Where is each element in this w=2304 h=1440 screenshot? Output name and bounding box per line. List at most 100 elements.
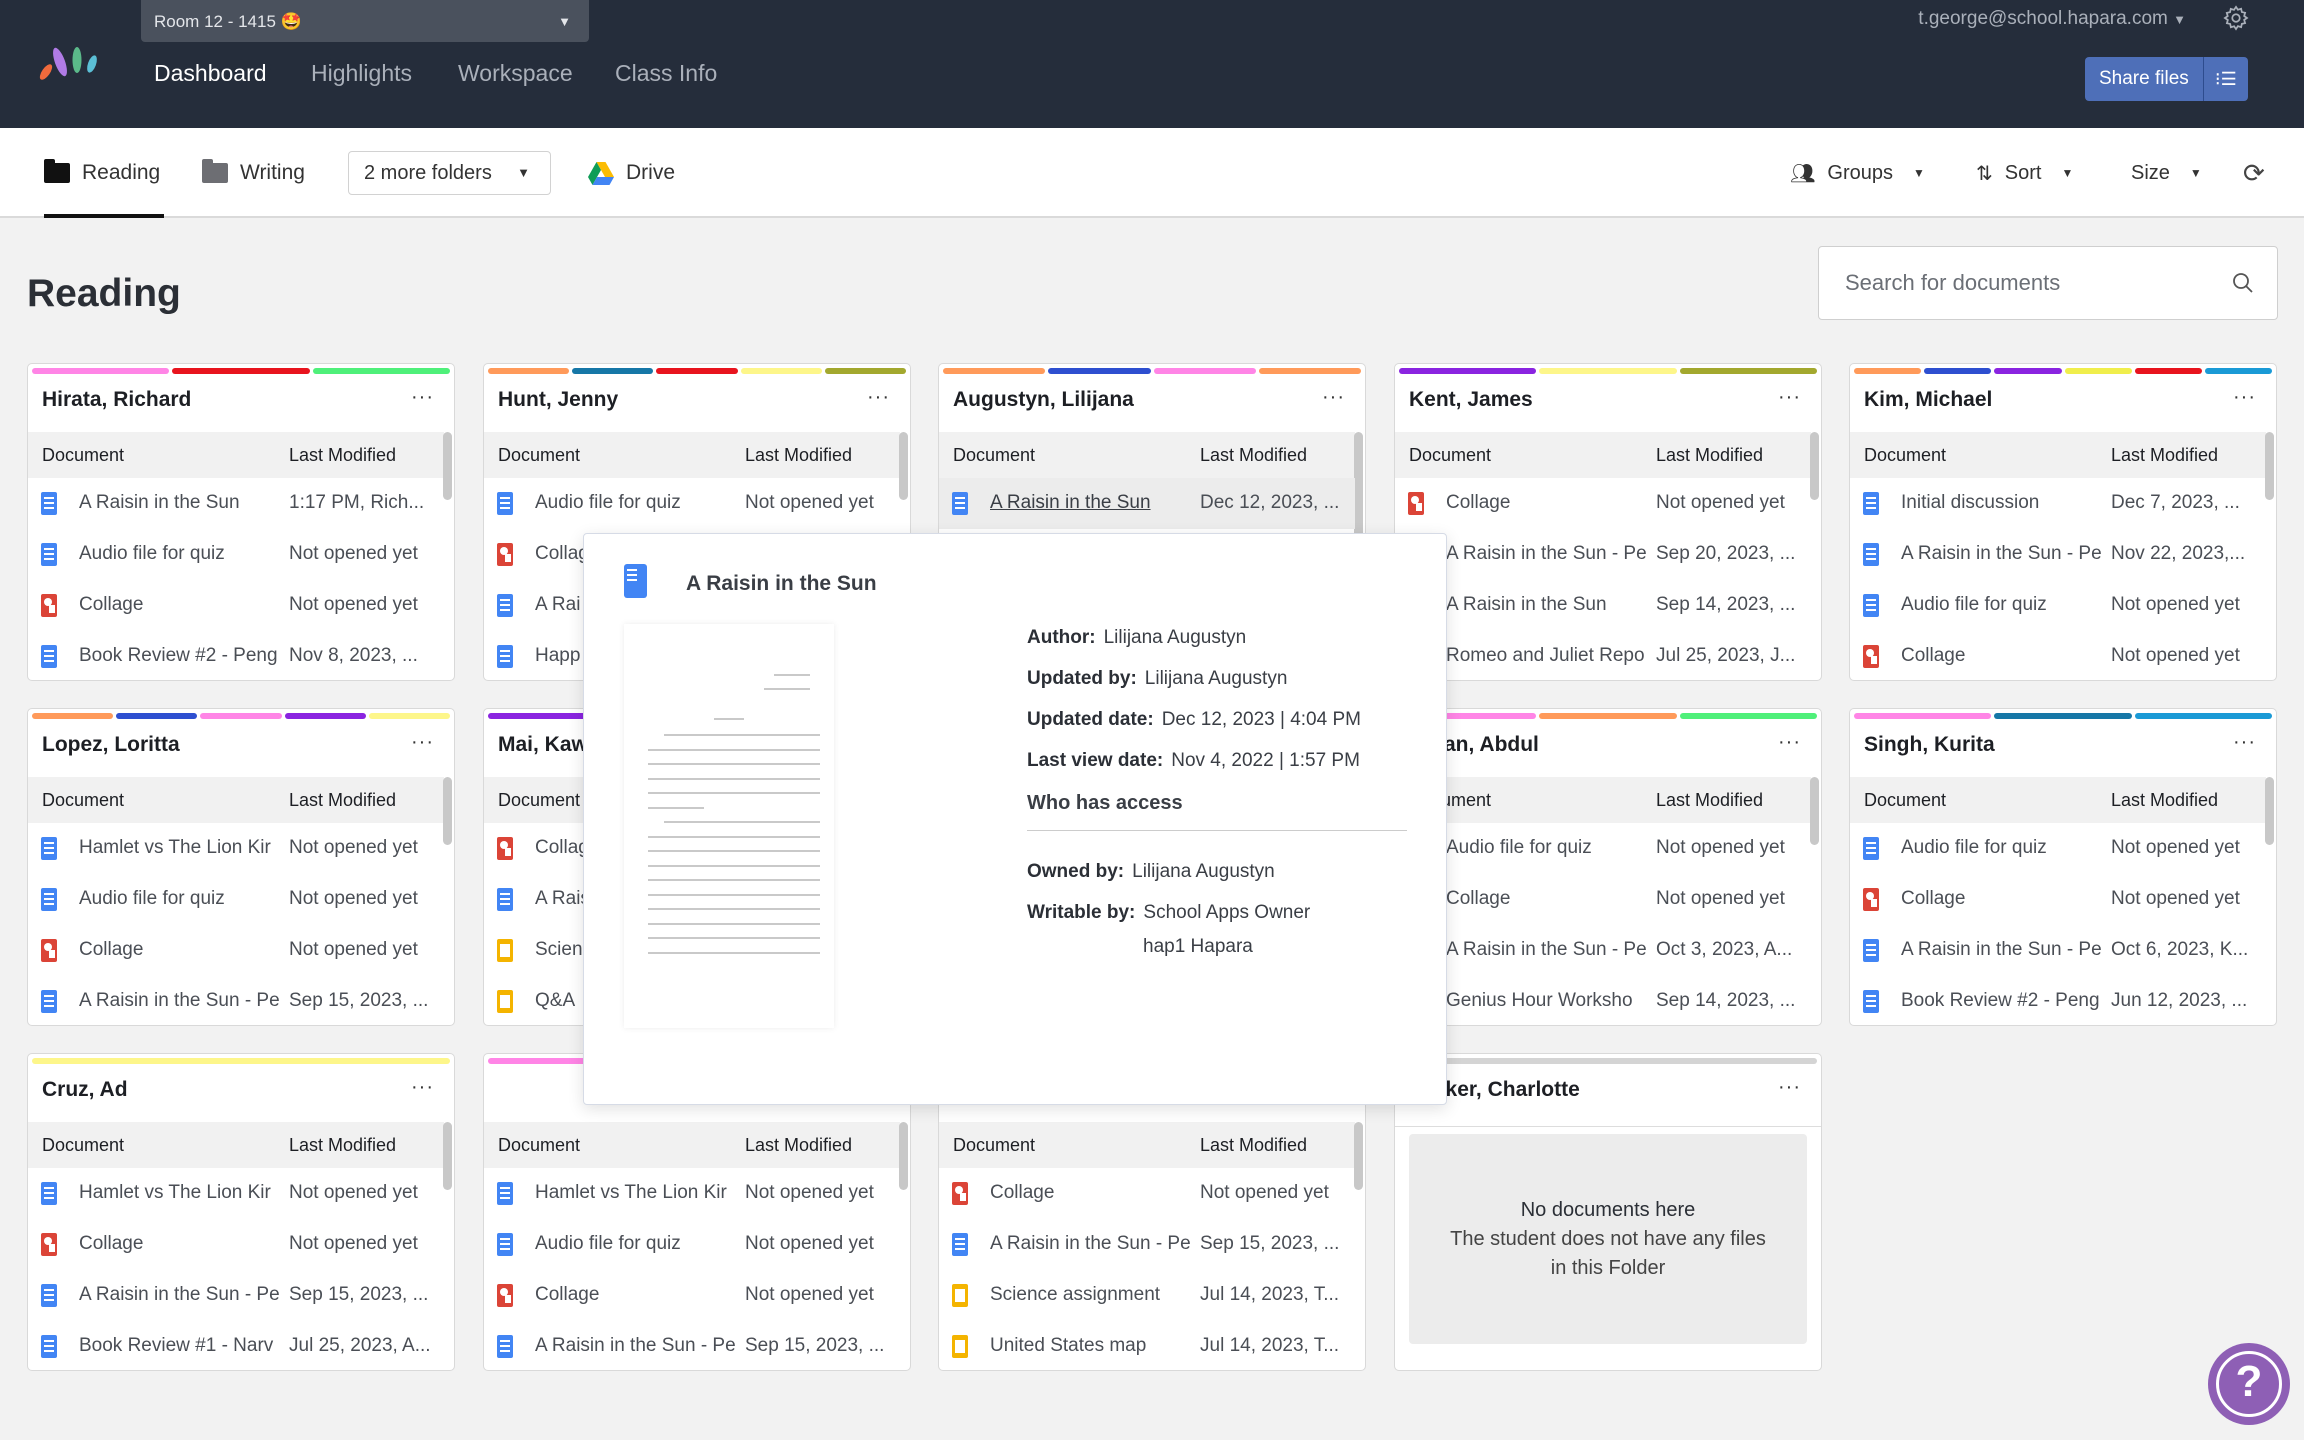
document-row[interactable]: A Raisin in the Sun - PeSep 15, 2023, ..… [484, 1321, 900, 1371]
folder-tab-reading[interactable]: Reading [44, 158, 160, 188]
document-row[interactable]: Book Review #2 - PengNov 8, 2023, ... [28, 631, 444, 681]
document-row[interactable]: Audio file for quizNot opened yet [28, 874, 444, 925]
document-name[interactable]: Hamlet vs The Lion Kir [79, 1182, 287, 1204]
hapara-logo[interactable] [36, 42, 106, 86]
more-folders-dropdown[interactable]: 2 more folders▼ [348, 151, 551, 195]
document-row[interactable]: CollageNot opened yet [484, 1270, 900, 1321]
document-row[interactable]: CollageNot opened yet [28, 1219, 444, 1270]
student-name[interactable]: Hirata, Richard [42, 388, 191, 412]
document-row[interactable]: Audio file for quizNot opened yet [1850, 580, 2266, 631]
document-name[interactable]: Science assignment [990, 1284, 1198, 1306]
document-row[interactable]: Audio file for quizNot opened yet [484, 478, 900, 529]
document-name[interactable]: Audio file for quiz [535, 1233, 743, 1255]
document-name[interactable]: A Raisin in the Sun - Pe [535, 1335, 743, 1357]
document-name[interactable]: Audio file for quiz [79, 543, 287, 565]
document-name[interactable]: Audio file for quiz [1446, 837, 1654, 859]
scrollbar[interactable] [899, 1122, 908, 1190]
document-name[interactable]: Audio file for quiz [1901, 837, 2109, 859]
more-options-icon[interactable]: ··· [411, 731, 434, 754]
document-name[interactable]: A Raisin in the Sun - Pe [79, 1284, 287, 1306]
more-options-icon[interactable]: ··· [2233, 386, 2256, 409]
more-options-icon[interactable]: ··· [411, 386, 434, 409]
nav-dashboard[interactable]: Dashboard [154, 60, 267, 87]
document-name[interactable]: Audio file for quiz [535, 492, 743, 514]
document-name[interactable]: Book Review #2 - Peng [79, 645, 287, 667]
scrollbar[interactable] [2265, 432, 2274, 500]
document-name[interactable]: Collage [990, 1182, 1198, 1204]
document-name[interactable]: A Raisin in the Sun [1446, 594, 1654, 616]
document-name[interactable]: A Raisin in the Sun - Pe [990, 1233, 1198, 1255]
gear-icon[interactable] [2222, 4, 2250, 32]
more-options-icon[interactable]: ··· [411, 1076, 434, 1099]
groups-dropdown[interactable]: 👥︎Groups▼ [1790, 158, 1925, 188]
share-list-icon[interactable]: ⁝☰ [2204, 57, 2248, 101]
document-row[interactable]: CollageNot opened yet [939, 1168, 1355, 1219]
user-menu[interactable]: t.george@school.hapara.com ▼ [1918, 8, 2186, 30]
document-row[interactable]: A Raisin in the Sun - PeSep 15, 2023, ..… [28, 1270, 444, 1321]
document-row[interactable]: A Raisin in the Sun - PeSep 15, 2023, ..… [28, 976, 444, 1026]
document-name[interactable]: Hamlet vs The Lion Kir [79, 837, 287, 859]
document-row[interactable]: A Raisin in the Sun - PeSep 20, 2023, ..… [1395, 529, 1811, 580]
more-options-icon[interactable]: ··· [1778, 386, 1801, 409]
more-options-icon[interactable]: ··· [1778, 1076, 1801, 1099]
document-name[interactable]: A Raisin in the Sun - Pe [1901, 939, 2109, 961]
document-row[interactable]: A Raisin in the Sun1:17 PM, Rich... [28, 478, 444, 529]
nav-class-info[interactable]: Class Info [615, 60, 717, 87]
document-row[interactable]: Audio file for quizNot opened yet [484, 1219, 900, 1270]
document-row[interactable]: Romeo and Juliet RepoJul 25, 2023, J... [1395, 631, 1811, 681]
scrollbar[interactable] [1810, 777, 1819, 845]
document-row[interactable]: Audio file for quizNot opened yet [28, 529, 444, 580]
document-row[interactable]: A Raisin in the Sun - PeOct 6, 2023, K..… [1850, 925, 2266, 976]
search-input[interactable]: Search for documents [1818, 246, 2278, 320]
document-row[interactable]: CollageNot opened yet [28, 580, 444, 631]
document-row[interactable]: CollageNot opened yet [1395, 478, 1811, 529]
document-row[interactable]: Hamlet vs The Lion KirNot opened yet [28, 1168, 444, 1219]
document-row[interactable]: A Raisin in the SunSep 14, 2023, ... [1395, 580, 1811, 631]
more-options-icon[interactable]: ··· [867, 386, 890, 409]
document-row[interactable]: A Raisin in the Sun - PeSep 15, 2023, ..… [939, 1219, 1355, 1270]
document-preview-thumbnail[interactable] [624, 624, 834, 1028]
document-row[interactable]: United States mapJul 14, 2023, T... [939, 1321, 1355, 1371]
student-name[interactable]: Augustyn, Lilijana [953, 388, 1134, 412]
search-icon[interactable] [2231, 271, 2255, 295]
more-options-icon[interactable]: ··· [2233, 731, 2256, 754]
scrollbar[interactable] [443, 1122, 452, 1190]
document-name[interactable]: A Raisin in the Sun [79, 492, 287, 514]
document-name[interactable]: Collage [79, 594, 287, 616]
student-name[interactable]: Hunt, Jenny [498, 388, 618, 412]
document-name[interactable]: A Raisin in the Sun - Pe [1901, 543, 2109, 565]
document-row[interactable]: Initial discussionDec 7, 2023, ... [1850, 478, 2266, 529]
document-name[interactable]: Audio file for quiz [1901, 594, 2109, 616]
document-row[interactable]: A Raisin in the SunDec 12, 2023, ... [939, 478, 1355, 529]
document-row[interactable]: A Raisin in the Sun - PeOct 3, 2023, A..… [1395, 925, 1811, 976]
document-name[interactable]: A Raisin in the Sun - Pe [79, 990, 287, 1012]
document-name[interactable]: Collage [1901, 645, 2109, 667]
student-name[interactable]: Mai, Kaw [498, 733, 588, 757]
refresh-icon[interactable]: ⟳ [2243, 158, 2265, 188]
drive-button[interactable]: Drive [588, 158, 675, 188]
document-name[interactable]: Genius Hour Worksho [1446, 990, 1654, 1012]
scrollbar[interactable] [443, 777, 452, 845]
document-row[interactable]: Hamlet vs The Lion KirNot opened yet [28, 823, 444, 874]
document-row[interactable]: CollageNot opened yet [1850, 631, 2266, 681]
document-row[interactable]: Hamlet vs The Lion KirNot opened yet [484, 1168, 900, 1219]
nav-highlights[interactable]: Highlights [311, 60, 412, 87]
more-options-icon[interactable]: ··· [1322, 386, 1345, 409]
size-dropdown[interactable]: Size▼ [2131, 158, 2202, 188]
share-files-button[interactable]: Share files [2085, 57, 2204, 101]
scrollbar[interactable] [2265, 777, 2274, 845]
nav-workspace[interactable]: Workspace [458, 60, 573, 87]
student-name[interactable]: Kim, Michael [1864, 388, 1992, 412]
document-name[interactable]: A Raisin in the Sun [990, 492, 1198, 514]
help-button[interactable]: ? [2208, 1343, 2290, 1425]
student-name[interactable]: Lopez, Loritta [42, 733, 180, 757]
document-name[interactable]: United States map [990, 1335, 1198, 1357]
document-row[interactable]: A Raisin in the Sun - PeNov 22, 2023,... [1850, 529, 2266, 580]
document-name[interactable]: Book Review #2 - Peng [1901, 990, 2109, 1012]
document-name[interactable]: Hamlet vs The Lion Kir [535, 1182, 743, 1204]
document-name[interactable]: A Raisin in the Sun - Pe [1446, 939, 1654, 961]
class-select[interactable]: Room 12 - 1415 🤩▼ [141, 0, 589, 42]
document-name[interactable]: A Raisin in the Sun - Pe [1446, 543, 1654, 565]
document-name[interactable]: Collage [79, 1233, 287, 1255]
document-name[interactable]: Collage [1901, 888, 2109, 910]
